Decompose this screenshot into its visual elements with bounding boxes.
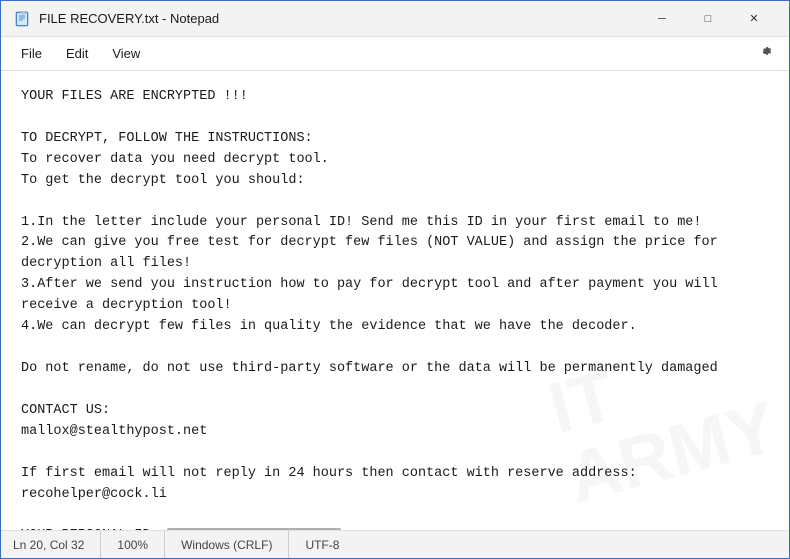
text-editor[interactable]: YOUR FILES ARE ENCRYPTED !!! TO DECRYPT,… bbox=[1, 71, 789, 530]
window-controls: ─ □ ✕ bbox=[639, 1, 777, 37]
personal-id-label: YOUR PERSONAL ID: bbox=[21, 528, 159, 530]
maximize-button[interactable]: □ bbox=[685, 1, 731, 37]
line-12: 4.We can decrypt few files in quality th… bbox=[21, 319, 637, 334]
line-16: CONTACT US: bbox=[21, 403, 110, 418]
status-bar: Ln 20, Col 32 100% Windows (CRLF) UTF-8 bbox=[1, 530, 789, 558]
line-14: Do not rename, do not use third-party so… bbox=[21, 361, 718, 376]
line-6 bbox=[21, 194, 29, 209]
zoom-level: 100% bbox=[101, 531, 165, 558]
notepad-icon bbox=[13, 10, 31, 28]
cursor-position: Ln 20, Col 32 bbox=[13, 531, 101, 558]
menu-edit[interactable]: Edit bbox=[54, 42, 100, 65]
line-10: 3.After we send you instruction how to p… bbox=[21, 277, 718, 292]
line-4: To recover data you need decrypt tool. bbox=[21, 152, 329, 167]
line-8: 2.We can give you free test for decrypt … bbox=[21, 235, 718, 250]
line-18 bbox=[21, 445, 29, 460]
notepad-window: FILE RECOVERY.txt - Notepad ─ □ ✕ File E… bbox=[0, 0, 790, 559]
menu-bar: File Edit View bbox=[1, 37, 789, 71]
menu-file[interactable]: File bbox=[9, 42, 54, 65]
personal-id-value bbox=[167, 528, 341, 530]
window-title: FILE RECOVERY.txt - Notepad bbox=[39, 11, 639, 26]
close-button[interactable]: ✕ bbox=[731, 1, 777, 37]
encoding: UTF-8 bbox=[289, 531, 355, 558]
title-bar: FILE RECOVERY.txt - Notepad ─ □ ✕ bbox=[1, 1, 789, 37]
line-19: If first email will not reply in 24 hour… bbox=[21, 466, 637, 481]
line-11: receive a decryption tool! bbox=[21, 298, 232, 313]
line-7: 1.In the letter include your personal ID… bbox=[21, 215, 702, 230]
menu-view[interactable]: View bbox=[100, 42, 152, 65]
line-1: YOUR FILES ARE ENCRYPTED !!! bbox=[21, 89, 248, 104]
line-21 bbox=[21, 507, 29, 522]
line-3: TO DECRYPT, FOLLOW THE INSTRUCTIONS: bbox=[21, 131, 313, 146]
line-20: recohelper@cock.li bbox=[21, 487, 167, 502]
line-13 bbox=[21, 340, 29, 355]
line-ending: Windows (CRLF) bbox=[165, 531, 289, 558]
line-17: mallox@stealthypost.net bbox=[21, 424, 207, 439]
minimize-button[interactable]: ─ bbox=[639, 1, 685, 37]
line-2 bbox=[21, 110, 29, 125]
settings-icon[interactable] bbox=[749, 40, 781, 67]
line-5: To get the decrypt tool you should: bbox=[21, 173, 305, 188]
line-15 bbox=[21, 382, 29, 397]
document-content: YOUR FILES ARE ENCRYPTED !!! TO DECRYPT,… bbox=[21, 87, 769, 530]
line-9: decryption all files! bbox=[21, 256, 191, 271]
